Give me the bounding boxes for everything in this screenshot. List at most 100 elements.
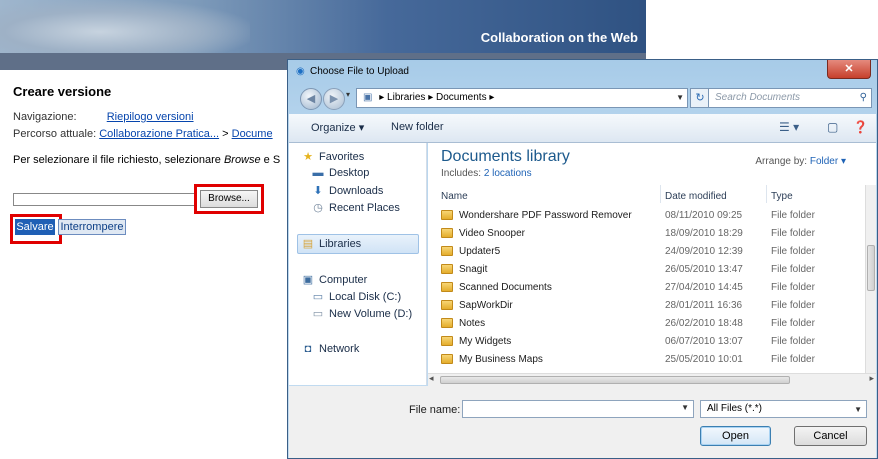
navigation-row: Navigazione: Riepilogo versioni xyxy=(13,111,194,123)
forward-button[interactable]: ▶ xyxy=(323,88,345,110)
refresh-button[interactable]: ↻ xyxy=(690,88,710,108)
file-date: 28/01/2011 16:36 xyxy=(665,300,743,311)
breadcrumb-separator: > xyxy=(222,128,229,140)
new-folder-button[interactable]: New folder xyxy=(391,121,444,133)
file-row[interactable]: Updater5 24/09/2010 12:39 File folder xyxy=(441,243,851,261)
horizontal-scrollbar[interactable]: ◂ ▸ xyxy=(428,373,876,386)
dialog-footer: File name: ▼ All Files (*.*) ▼ Open Canc… xyxy=(289,386,876,458)
file-date: 24/09/2010 12:39 xyxy=(665,246,743,257)
breadcrumb: Percorso attuale: Collaborazione Pratica… xyxy=(13,128,273,140)
nav-network[interactable]: ◘ Network xyxy=(301,343,360,355)
interrupt-button[interactable]: Interrompere xyxy=(58,219,126,235)
column-divider[interactable] xyxy=(660,185,661,203)
nav-libraries[interactable]: ▤ Libraries xyxy=(301,237,361,250)
nav-downloads[interactable]: ⬇ Downloads xyxy=(311,184,383,197)
file-name: My Widgets xyxy=(459,336,512,347)
nav-computer[interactable]: ▣ Computer xyxy=(301,273,368,286)
cancel-button[interactable]: Cancel xyxy=(794,426,867,446)
library-includes: Includes: 2 locations xyxy=(441,168,532,179)
nav-new-volume[interactable]: ▭ New Volume (D:) xyxy=(311,307,412,320)
address-separator: ▸ xyxy=(489,92,495,103)
libraries-icon: ▤ xyxy=(302,238,314,250)
folder-icon xyxy=(441,210,453,220)
close-button[interactable]: ✕ xyxy=(827,60,871,79)
scroll-right-icon[interactable]: ▸ xyxy=(869,373,874,384)
address-bar[interactable]: ▣ ▸ Libraries ▸ Documents ▸ ▼ xyxy=(356,88,688,108)
file-date: 06/07/2010 13:07 xyxy=(665,336,743,347)
nav-favorites[interactable]: ★ Favorites xyxy=(301,150,364,163)
file-row[interactable]: Scanned Documents 27/04/2010 14:45 File … xyxy=(441,279,851,297)
drive-icon: ▭ xyxy=(312,308,324,320)
summary-versions-link[interactable]: Riepilogo versioni xyxy=(107,111,194,123)
nav-desktop[interactable]: ▬ Desktop xyxy=(311,167,370,179)
folder-icon xyxy=(441,246,453,256)
file-row[interactable]: SapWorkDir 28/01/2011 16:36 File folder xyxy=(441,297,851,315)
file-row[interactable]: Notes 26/02/2010 18:48 File folder xyxy=(441,315,851,333)
file-upload-dialog: ◉ Choose File to Upload ✕ ◀ ▶ ▾ ▣ ▸ Libr… xyxy=(287,59,878,459)
file-row[interactable]: Video Snooper 18/09/2010 18:29 File fold… xyxy=(441,225,851,243)
preview-pane-icon[interactable]: ▢ xyxy=(827,120,838,134)
file-type: File folder xyxy=(771,354,815,365)
nav-computer-label: Computer xyxy=(319,274,368,286)
column-divider[interactable] xyxy=(766,185,767,203)
file-name-input[interactable]: ▼ xyxy=(462,400,694,418)
folder-icon xyxy=(441,318,453,328)
folder-icon xyxy=(441,336,453,346)
desktop-icon: ▬ xyxy=(312,167,324,179)
column-header-type[interactable]: Type xyxy=(771,191,793,202)
column-header-name[interactable]: Name xyxy=(441,191,468,202)
file-row[interactable]: Snagit 26/05/2010 13:47 File folder xyxy=(441,261,851,279)
search-input[interactable]: Search Documents ⚲ xyxy=(708,88,872,108)
recent-places-icon: ◷ xyxy=(313,202,323,214)
vertical-scroll-thumb[interactable] xyxy=(867,245,875,291)
scroll-left-icon[interactable]: ◂ xyxy=(429,373,434,384)
downloads-icon: ⬇ xyxy=(313,185,323,197)
browse-button[interactable]: Browse... xyxy=(200,190,258,208)
address-item-libraries[interactable]: Libraries xyxy=(387,92,425,103)
file-path-input[interactable] xyxy=(13,193,197,206)
nav-recent-places[interactable]: ◷ Recent Places xyxy=(311,201,400,214)
refresh-icon: ↻ xyxy=(695,92,705,104)
file-row[interactable]: Wondershare PDF Password Remover 08/11/2… xyxy=(441,207,851,225)
vertical-scrollbar[interactable] xyxy=(865,185,876,373)
horizontal-scroll-thumb[interactable] xyxy=(440,376,790,384)
breadcrumb-link-collaboration[interactable]: Collaborazione Pratica... xyxy=(99,128,219,140)
library-folder-icon: ▣ xyxy=(363,92,373,103)
open-button[interactable]: Open xyxy=(700,426,771,446)
file-row[interactable]: My Business Maps 25/05/2010 10:01 File f… xyxy=(441,351,851,369)
organize-menu[interactable]: Organize ▾ xyxy=(311,121,364,134)
file-type-select[interactable]: All Files (*.*) ▼ xyxy=(700,400,867,418)
arrange-by-dropdown[interactable]: Folder ▾ xyxy=(810,156,846,167)
header-banner: Collaboration on the Web xyxy=(0,0,646,53)
file-date: 18/09/2010 18:29 xyxy=(665,228,743,239)
column-header-date[interactable]: Date modified xyxy=(665,191,727,202)
address-dropdown-icon[interactable]: ▼ xyxy=(676,89,684,107)
file-date: 26/05/2010 13:47 xyxy=(665,264,743,275)
arrange-label: Arrange by: xyxy=(755,156,810,167)
file-date: 25/05/2010 10:01 xyxy=(665,354,743,365)
file-name-dropdown-icon[interactable]: ▼ xyxy=(681,403,689,412)
breadcrumb-link-documents[interactable]: Docume xyxy=(232,128,273,140)
file-date: 26/02/2010 18:48 xyxy=(665,318,743,329)
file-type: File folder xyxy=(771,300,815,311)
view-options-icon[interactable]: ☰ ▾ xyxy=(779,120,799,134)
file-row[interactable]: My Widgets 06/07/2010 13:07 File folder xyxy=(441,333,851,351)
nav-recent-places-label: Recent Places xyxy=(329,202,400,214)
save-button[interactable]: Salvare xyxy=(15,219,55,235)
folder-icon xyxy=(441,264,453,274)
nav-libraries-label: Libraries xyxy=(319,238,362,250)
browser-icon: ◉ xyxy=(296,66,305,77)
file-type: File folder xyxy=(771,282,815,293)
includes-locations-link[interactable]: 2 locations xyxy=(484,168,532,179)
file-type-value: All Files (*.*) xyxy=(707,403,763,414)
address-item-documents[interactable]: Documents xyxy=(436,92,487,103)
computer-icon: ▣ xyxy=(302,274,314,286)
nav-downloads-label: Downloads xyxy=(329,185,384,197)
recent-locations-chevron-icon[interactable]: ▾ xyxy=(346,90,350,99)
help-icon[interactable]: ❓ xyxy=(853,120,868,134)
folder-icon xyxy=(441,300,453,310)
nav-local-disk[interactable]: ▭ Local Disk (C:) xyxy=(311,290,401,303)
back-arrow-icon: ◀ xyxy=(306,93,316,105)
file-name-label: File name: xyxy=(409,404,461,416)
back-button[interactable]: ◀ xyxy=(300,88,322,110)
